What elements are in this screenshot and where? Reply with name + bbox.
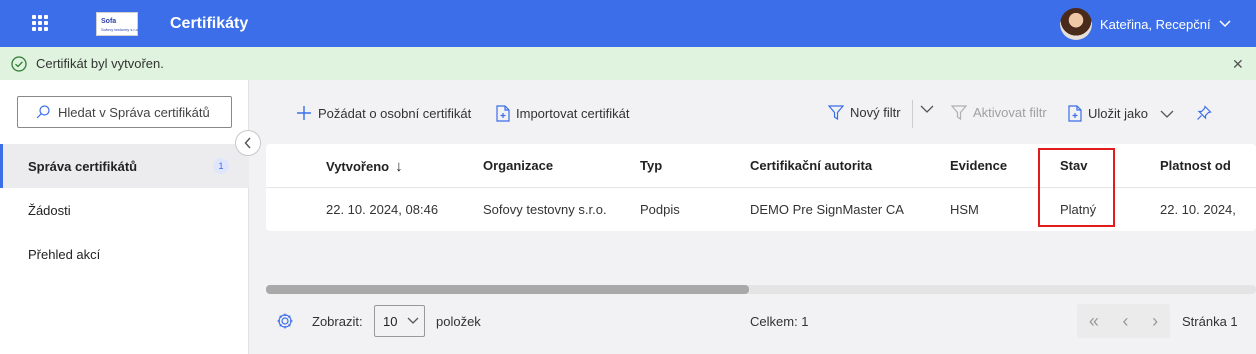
scrollbar-thumb[interactable] <box>266 285 749 294</box>
cell-certificate-authority: DEMO Pre SignMaster CA <box>750 202 904 217</box>
count-badge: 1 <box>213 158 229 174</box>
cell-valid-from: 22. 10. 2024, <box>1160 202 1236 217</box>
sidebar-item-label: Přehled akcí <box>28 246 101 262</box>
filter-icon <box>951 105 967 120</box>
sidebar-item-label: Žádosti <box>28 202 71 218</box>
pagination-controls: « ‹ › <box>1077 304 1170 338</box>
save-as-label: Uložit jako <box>1088 106 1148 121</box>
chevron-down-icon <box>408 317 419 324</box>
chevron-down-icon <box>1219 20 1231 28</box>
activate-filter-button[interactable]: Aktivovat filtr <box>951 105 1047 120</box>
sidebar-item-action-overview[interactable]: Přehled akcí <box>0 232 249 276</box>
cell-evidence: HSM <box>950 202 979 217</box>
status-column-highlight <box>1038 148 1115 227</box>
page-size-value: 10 <box>383 313 398 329</box>
column-header-certificate-authority[interactable]: Certifikační autorita <box>750 158 872 173</box>
banner-message: Certifikát byl vytvořen. <box>36 56 164 71</box>
previous-page-icon[interactable]: ‹ <box>1123 311 1129 332</box>
request-personal-certificate-button[interactable]: Požádat o osobní certifikát <box>296 105 471 121</box>
sidebar-item-certificate-management[interactable]: Správa certifikátů 1 <box>0 144 249 188</box>
plus-icon <box>297 106 311 120</box>
new-filter-button[interactable]: Nový filtr <box>828 105 901 120</box>
cell-type: Podpis <box>640 202 680 217</box>
cell-created: 22. 10. 2024, 08:46 <box>326 202 439 217</box>
new-filter-label: Nový filtr <box>850 105 901 120</box>
filter-dropdown-toggle[interactable] <box>920 105 934 113</box>
sort-descending-icon: ↓ <box>395 158 403 175</box>
chevron-left-icon <box>244 137 251 149</box>
items-label: položek <box>436 314 481 329</box>
column-header-evidence[interactable]: Evidence <box>950 158 1007 173</box>
file-import-icon <box>496 105 510 122</box>
chevron-down-icon <box>920 105 934 113</box>
search-placeholder: Hledat v Správa certifikátů <box>58 104 210 120</box>
logo-subtext: Sofovy testovny s.r.o. <box>101 27 140 32</box>
page-title: Certifikáty <box>170 15 249 32</box>
show-label: Zobrazit: <box>312 314 363 329</box>
chevron-down-icon <box>1160 110 1174 118</box>
pin-icon <box>1197 105 1212 120</box>
column-header-label: Vytvořeno <box>326 159 390 174</box>
user-name: Kateřina, Recepční <box>1100 16 1211 32</box>
logo-text: Sofa <box>101 18 117 25</box>
sidebar: Hledat v Správa certifikátů Správa certi… <box>0 80 249 354</box>
toolbar: Požádat o osobní certifikát Importovat c… <box>250 80 1256 144</box>
pin-button[interactable] <box>1196 105 1212 121</box>
activate-filter-label: Aktivovat filtr <box>973 105 1047 120</box>
cell-organization: Sofovy testovny s.r.o. <box>483 202 607 217</box>
close-icon[interactable]: ✕ <box>1232 56 1244 73</box>
first-page-icon[interactable]: « <box>1089 311 1099 332</box>
search-input[interactable]: Hledat v Správa certifikátů <box>17 96 232 128</box>
toolbar-divider <box>912 100 913 128</box>
sidebar-item-label: Správa certifikátů <box>28 158 138 174</box>
import-certificate-button[interactable]: Importovat certifikát <box>496 105 629 122</box>
user-menu[interactable]: Kateřina, Recepční <box>1060 8 1231 40</box>
page-size-select[interactable]: 10 <box>374 305 425 337</box>
success-check-icon <box>11 56 27 72</box>
total-count: Celkem: 1 <box>750 314 809 329</box>
gear-icon[interactable] <box>276 312 294 330</box>
horizontal-scrollbar[interactable] <box>266 285 1256 294</box>
page-indicator: Stránka 1 <box>1182 314 1238 329</box>
next-page-icon[interactable]: › <box>1152 311 1158 332</box>
collapse-sidebar-button[interactable] <box>235 130 261 156</box>
request-personal-label: Požádat o osobní certifikát <box>318 105 472 121</box>
table-footer: Zobrazit: 10 položek Celkem: 1 « ‹ › Str… <box>266 304 1256 340</box>
column-header-created[interactable]: Vytvořeno ↓ <box>326 158 403 175</box>
search-icon <box>36 105 50 119</box>
column-header-type[interactable]: Typ <box>640 158 662 173</box>
top-bar: Sofa Sofovy testovny s.r.o. Certifikáty … <box>0 0 1256 47</box>
sidebar-item-requests[interactable]: Žádosti <box>0 188 249 232</box>
company-logo[interactable]: Sofa Sofovy testovny s.r.o. <box>96 12 140 36</box>
success-banner: Certifikát byl vytvořen. ✕ <box>0 47 1256 80</box>
filter-icon <box>828 105 844 120</box>
avatar <box>1060 8 1092 40</box>
import-label: Importovat certifikát <box>516 106 630 121</box>
app-launcher-grid-icon[interactable] <box>32 15 48 31</box>
save-as-button[interactable]: Uložit jako <box>1068 105 1174 122</box>
save-file-icon <box>1068 105 1082 122</box>
column-header-valid-from[interactable]: Platnost od <box>1160 158 1231 173</box>
column-header-organization[interactable]: Organizace <box>483 158 553 173</box>
